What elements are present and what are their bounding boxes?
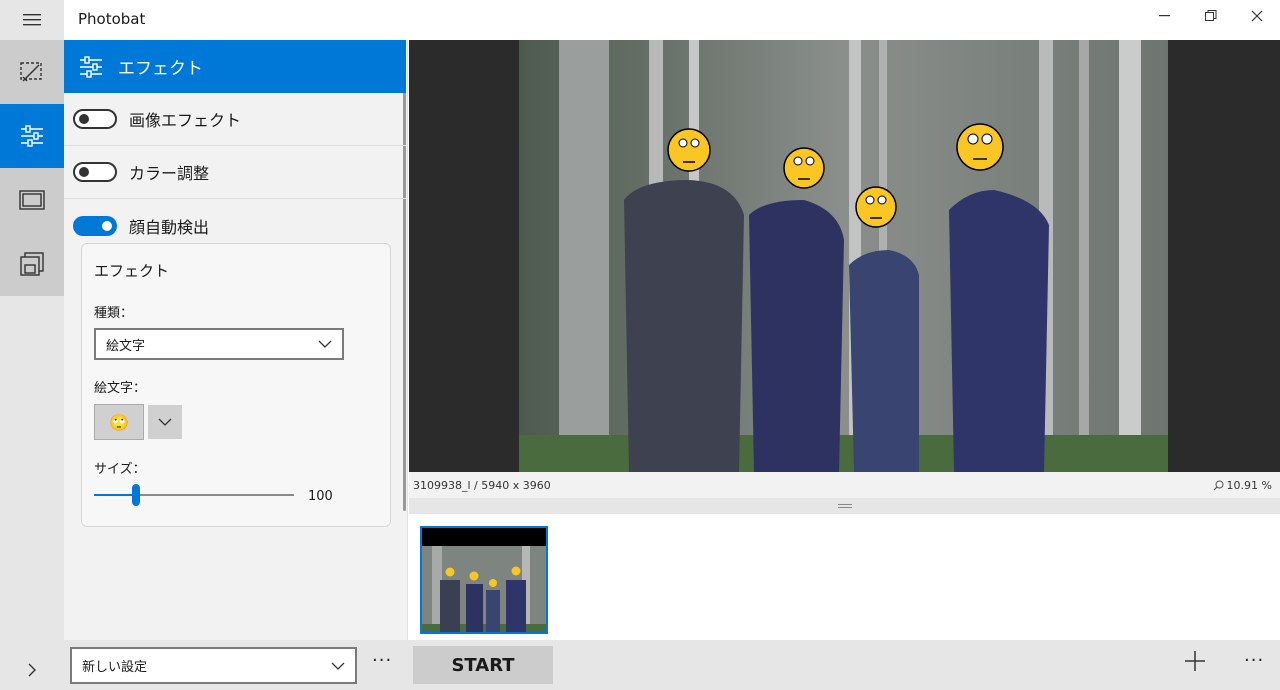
type-label: 種類： <box>94 306 134 321</box>
image-viewer[interactable] <box>409 40 1280 472</box>
size-label: サイズ： <box>94 462 146 477</box>
size-slider-thumb[interactable] <box>132 484 140 506</box>
toggle-row-color-adjust: カラー調整 <box>64 146 406 199</box>
panel-header: エフェクト <box>64 40 406 93</box>
emoji-dropdown-button[interactable] <box>148 405 182 439</box>
emoji-label: 絵文字： <box>94 381 147 396</box>
restore-button[interactable] <box>1188 0 1234 32</box>
expand-rail-button[interactable] <box>0 650 64 690</box>
zoom-value: 10.91 % <box>1226 479 1272 492</box>
toggle-row-image-effect: 画像エフェクト <box>64 93 406 146</box>
card-title: エフェクト <box>94 262 170 280</box>
more-options-button[interactable]: ··· <box>1244 650 1264 671</box>
crop-icon <box>20 62 42 82</box>
effects-panel: エフェクト 画像エフェクト カラー調整 顔自動検出 エフェクト 種類： 絵文字 … <box>64 40 408 640</box>
grip-icon <box>837 504 852 508</box>
chevron-right-icon <box>28 663 36 677</box>
rail-frame-button[interactable] <box>0 168 64 232</box>
file-info: 3109938_l / 5940 x 3960 <box>413 479 551 492</box>
add-image-button[interactable] <box>1184 650 1206 676</box>
face-detect-toggle[interactable] <box>73 215 117 236</box>
zoom-indicator: 10.91 % <box>1213 479 1272 492</box>
toggle-label: カラー調整 <box>129 164 210 183</box>
nav-rail <box>0 0 64 690</box>
minimize-button[interactable] <box>1142 0 1188 32</box>
toggle-label: 顔自動検出 <box>129 217 210 237</box>
app-title: Photobat <box>78 10 146 28</box>
adjust-icon <box>21 125 43 147</box>
restore-icon <box>1205 10 1217 21</box>
image-effect-toggle[interactable] <box>73 109 117 129</box>
preset-select[interactable]: 新しい設定 <box>70 647 357 684</box>
minimize-icon <box>1159 15 1170 17</box>
bottom-bar: 新しい設定 ··· START ··· <box>64 640 1280 690</box>
toggle-label: 画像エフェクト <box>129 111 242 130</box>
size-value: 100 <box>308 489 333 504</box>
emoji-preview: 🙄 <box>109 412 129 432</box>
adjust-icon <box>80 55 102 78</box>
zoom-icon <box>1213 480 1224 491</box>
panel-header-label: エフェクト <box>118 59 203 79</box>
preset-more-button[interactable]: ··· <box>372 650 392 671</box>
menu-icon <box>23 14 41 26</box>
size-slider-fill <box>94 494 136 496</box>
thumbnail-image <box>422 528 546 632</box>
preset-value: 新しい設定 <box>82 660 148 675</box>
image-info-bar: 3109938_l / 5940 x 3960 10.91 % <box>409 472 1280 498</box>
photo-preview <box>519 40 1168 472</box>
emoji-picker-button[interactable]: 🙄 <box>94 404 144 440</box>
rail-save-button[interactable] <box>0 232 64 296</box>
start-button[interactable]: START <box>413 646 553 684</box>
rail-crop-button[interactable] <box>0 40 64 104</box>
color-adjust-toggle[interactable] <box>73 162 117 182</box>
layers-icon <box>20 252 44 276</box>
thumbnail-strip <box>409 514 1280 640</box>
type-select-value: 絵文字 <box>106 338 146 354</box>
plus-icon <box>1185 651 1205 671</box>
chevron-down-icon <box>331 662 345 670</box>
chevron-down-icon <box>318 340 332 348</box>
frame-icon <box>19 190 45 210</box>
rail-effects-button[interactable] <box>0 104 64 168</box>
thumbnail-item[interactable] <box>420 526 548 634</box>
chevron-down-icon <box>158 418 172 426</box>
type-select[interactable]: 絵文字 <box>94 328 344 360</box>
close-button[interactable] <box>1234 0 1280 32</box>
hamburger-menu-button[interactable] <box>0 0 64 40</box>
close-icon <box>1251 10 1263 22</box>
face-effect-card: エフェクト 種類： 絵文字 絵文字： 🙄 サイズ： 100 <box>81 243 391 527</box>
splitter-handle[interactable] <box>409 498 1280 514</box>
